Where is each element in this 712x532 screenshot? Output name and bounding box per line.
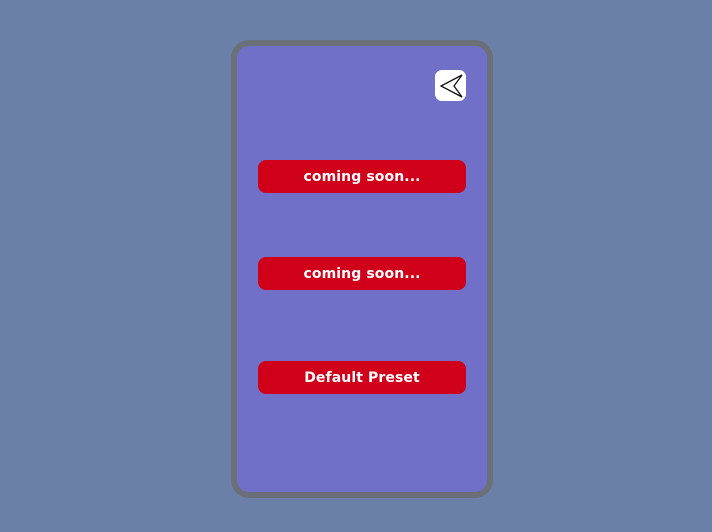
back-arrow-icon — [439, 73, 463, 98]
default-preset-button[interactable]: Default Preset — [258, 361, 466, 394]
preset-panel: coming soon... coming soon... Default Pr… — [231, 40, 493, 498]
preset-button-2[interactable]: coming soon... — [258, 257, 466, 290]
back-button[interactable] — [435, 70, 466, 101]
preset-button-1[interactable]: coming soon... — [258, 160, 466, 193]
